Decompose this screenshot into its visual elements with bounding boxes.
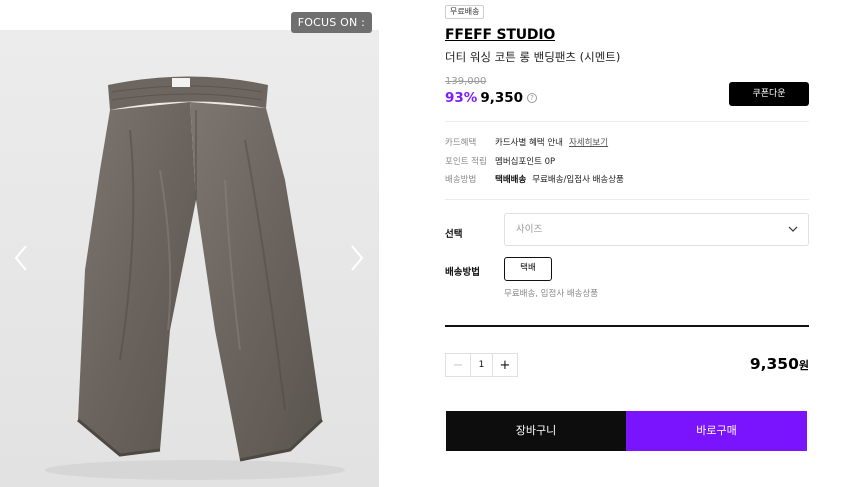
- quantity-stepper: − 1 +: [445, 353, 518, 377]
- increase-quantity-button[interactable]: +: [493, 354, 517, 376]
- coupon-download-button[interactable]: 쿠폰다운: [729, 82, 809, 106]
- point-value: 멤버십포인트 0P: [495, 157, 556, 167]
- price-row: 93% 9,350 ?: [445, 89, 538, 107]
- buy-now-button[interactable]: 바로구매: [626, 411, 807, 451]
- divider: [445, 199, 809, 200]
- free-shipping-tag: 무료배송: [445, 5, 485, 19]
- quantity-value[interactable]: 1: [470, 354, 493, 376]
- card-benefit-label: 카드혜택: [445, 138, 477, 148]
- size-placeholder: 사이즈: [516, 224, 543, 235]
- add-to-cart-button[interactable]: 장바구니: [446, 411, 626, 451]
- product-image[interactable]: [0, 30, 379, 487]
- total-amount: 9,350: [749, 355, 799, 373]
- point-label: 포인트 적립: [445, 157, 487, 167]
- card-benefit-value: 카드사별 혜택 안내: [495, 138, 563, 148]
- decrease-quantity-button[interactable]: −: [446, 354, 470, 376]
- shipping-option-label: 배송방법: [445, 267, 480, 278]
- discount-rate: 93%: [445, 90, 478, 106]
- chevron-right-icon: [351, 245, 364, 271]
- card-benefit-row: 카드혜택 카드사별 혜택 안내 자세히보기: [445, 136, 608, 148]
- divider: [445, 121, 809, 122]
- sale-price: 9,350: [480, 90, 524, 106]
- original-price: 139,000: [445, 76, 487, 87]
- product-info-panel: 무료배송 FFEFF STUDIO 더티 워싱 코튼 롱 밴딩팬츠 (시멘트) …: [445, 0, 809, 487]
- point-row: 포인트 적립 멤버십포인트 0P: [445, 155, 555, 167]
- prev-image-button[interactable]: [12, 243, 32, 273]
- chevron-down-icon: [788, 226, 798, 232]
- question-icon[interactable]: ?: [527, 93, 538, 103]
- option-select-label: 선택: [445, 229, 463, 240]
- pants-illustration: [0, 30, 379, 487]
- brand-link[interactable]: FFEFF STUDIO: [445, 27, 555, 43]
- shipping-method: 택배배송: [495, 175, 527, 185]
- shipping-note: 무료배송, 입점사 배송상품: [504, 289, 599, 299]
- shipping-info-label: 배송방법: [445, 175, 477, 185]
- total-price: 9,350원: [750, 355, 809, 373]
- card-benefit-detail-link[interactable]: 자세히보기: [569, 136, 608, 148]
- chevron-left-icon: [14, 245, 27, 271]
- currency-unit: 원: [798, 359, 809, 372]
- next-image-button[interactable]: [346, 243, 366, 273]
- shipping-option-parcel[interactable]: 택배: [504, 257, 552, 281]
- size-select[interactable]: 사이즈: [504, 213, 809, 246]
- product-gallery: FOCUS ON :: [0, 0, 379, 487]
- shipping-desc: 무료배송/입점사 배송상품: [532, 175, 624, 185]
- shipping-info-row: 배송방법 택배배송 무료배송/입점사 배송상품: [445, 173, 624, 185]
- section-divider: [445, 325, 809, 327]
- focus-on-badge[interactable]: FOCUS ON :: [290, 12, 372, 33]
- product-name: 더티 워싱 코튼 롱 밴딩팬츠 (시멘트): [445, 50, 621, 64]
